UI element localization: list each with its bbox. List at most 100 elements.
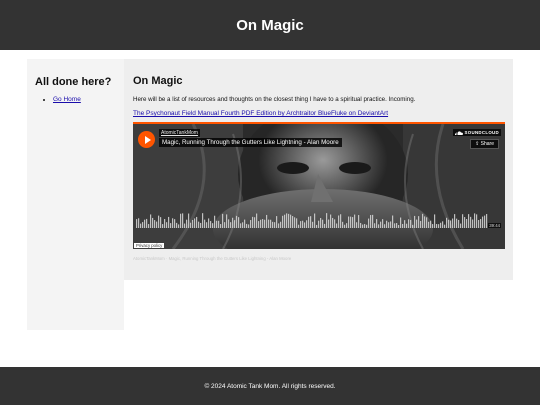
track-duration: 39:44 xyxy=(488,223,501,228)
waveform-bar xyxy=(364,224,366,228)
waveform-bar xyxy=(272,221,274,228)
waveform-bar xyxy=(286,213,288,228)
waveform-bar xyxy=(358,215,360,228)
waveform-bar xyxy=(380,221,382,228)
waveform-bar xyxy=(238,217,240,228)
waveform-bar xyxy=(298,224,300,228)
waveform-bar xyxy=(362,224,364,228)
soundcloud-player[interactable]: AtomicTankMom Magic, Running Through the… xyxy=(133,122,505,249)
artist-link[interactable]: AtomicTankMom xyxy=(159,129,200,137)
waveform-bar xyxy=(482,216,484,228)
track-title[interactable]: Magic, Running Through the Gutters Like … xyxy=(159,138,342,147)
waveform-bar xyxy=(182,213,184,228)
waveform-bar xyxy=(310,216,312,228)
waveform-bar xyxy=(350,216,352,228)
waveform-bar xyxy=(166,222,168,228)
waveform-bar xyxy=(258,221,260,228)
waveform-bar xyxy=(284,214,286,228)
waveform-bar xyxy=(308,216,310,228)
main-content: On Magic Here will be a list of resource… xyxy=(124,59,513,280)
waveform-bar xyxy=(306,220,308,228)
waveform-bar xyxy=(340,214,342,228)
waveform-bar xyxy=(432,224,434,228)
waveform-bar xyxy=(214,215,216,228)
waveform-bar xyxy=(464,217,466,228)
waveform-bar xyxy=(230,222,232,228)
waveform-bar xyxy=(406,223,408,228)
site-header: On Magic xyxy=(0,0,540,50)
waveform-bar xyxy=(232,217,234,228)
waveform-bar xyxy=(296,218,298,228)
waveform-bar xyxy=(334,219,336,228)
waveform-bar xyxy=(208,218,210,228)
waveform-bar xyxy=(216,220,218,228)
waveform-bar xyxy=(332,217,334,228)
waveform-bar xyxy=(140,223,142,228)
waveform-bar xyxy=(418,216,420,228)
waveform-bar xyxy=(204,219,206,228)
waveform-bar xyxy=(374,223,376,228)
waveform-bar xyxy=(266,214,268,228)
copyright-text: © 2024 Atomic Tank Mom. All rights reser… xyxy=(204,382,336,390)
waveform[interactable] xyxy=(136,212,488,234)
waveform-bar xyxy=(252,216,254,228)
psychonaut-manual-link[interactable]: The Psychonaut Field Manual Fourth PDF E… xyxy=(133,110,504,117)
waveform-bar xyxy=(188,213,190,228)
waveform-bar xyxy=(416,219,418,228)
waveform-bar xyxy=(224,222,226,228)
waveform-bar xyxy=(154,220,156,228)
waveform-bar xyxy=(220,224,222,228)
waveform-bar xyxy=(328,219,330,228)
waveform-bar xyxy=(156,221,158,228)
waveform-bar xyxy=(404,220,406,228)
waveform-bar xyxy=(312,221,314,228)
waveform-bar xyxy=(320,217,322,228)
waveform-bar xyxy=(184,223,186,228)
waveform-bar xyxy=(192,219,194,228)
waveform-bar xyxy=(348,216,350,228)
waveform-bar xyxy=(244,219,246,228)
waveform-bar xyxy=(346,223,348,228)
waveform-bar xyxy=(250,220,252,228)
site-title: On Magic xyxy=(236,16,304,34)
waveform-bar xyxy=(290,214,292,228)
waveform-bar xyxy=(456,218,458,228)
waveform-bar xyxy=(458,219,460,228)
share-icon: ⇪ xyxy=(475,141,480,147)
waveform-bar xyxy=(168,216,170,228)
waveform-bar xyxy=(234,220,236,228)
waveform-bar xyxy=(136,219,138,228)
waveform-bar xyxy=(318,220,320,228)
waveform-bar xyxy=(354,214,356,228)
soundcloud-logo[interactable]: SOUNDCLOUD xyxy=(452,129,501,136)
play-button[interactable] xyxy=(138,131,155,148)
go-home-link[interactable]: Go Home xyxy=(53,96,81,103)
page-title: On Magic xyxy=(133,75,183,87)
waveform-bar xyxy=(408,219,410,228)
waveform-bar xyxy=(330,214,332,228)
waveform-bar xyxy=(240,223,242,228)
waveform-bar xyxy=(160,217,162,228)
waveform-bar xyxy=(246,223,248,228)
waveform-bar xyxy=(262,219,264,228)
waveform-bar xyxy=(302,220,304,228)
sidebar-links: Go Home xyxy=(35,96,116,103)
waveform-bar xyxy=(150,214,152,228)
share-button[interactable]: ⇪ Share xyxy=(470,139,499,149)
waveform-bar xyxy=(280,221,282,228)
play-icon xyxy=(144,135,151,144)
waveform-bar xyxy=(370,215,372,228)
waveform-bar xyxy=(178,224,180,228)
waveform-bar xyxy=(314,213,316,228)
waveform-bar xyxy=(384,224,386,228)
waveform-bar xyxy=(274,222,276,228)
waveform-bar xyxy=(410,220,412,228)
waveform-bar xyxy=(152,217,154,228)
waveform-bar xyxy=(414,215,416,228)
sidebar: All done here? Go Home xyxy=(27,59,124,330)
waveform-bar xyxy=(322,219,324,228)
privacy-policy-link[interactable]: Privacy policy xyxy=(134,243,165,248)
waveform-bar xyxy=(420,220,422,228)
waveform-bar xyxy=(470,216,472,228)
waveform-bar xyxy=(382,219,384,228)
